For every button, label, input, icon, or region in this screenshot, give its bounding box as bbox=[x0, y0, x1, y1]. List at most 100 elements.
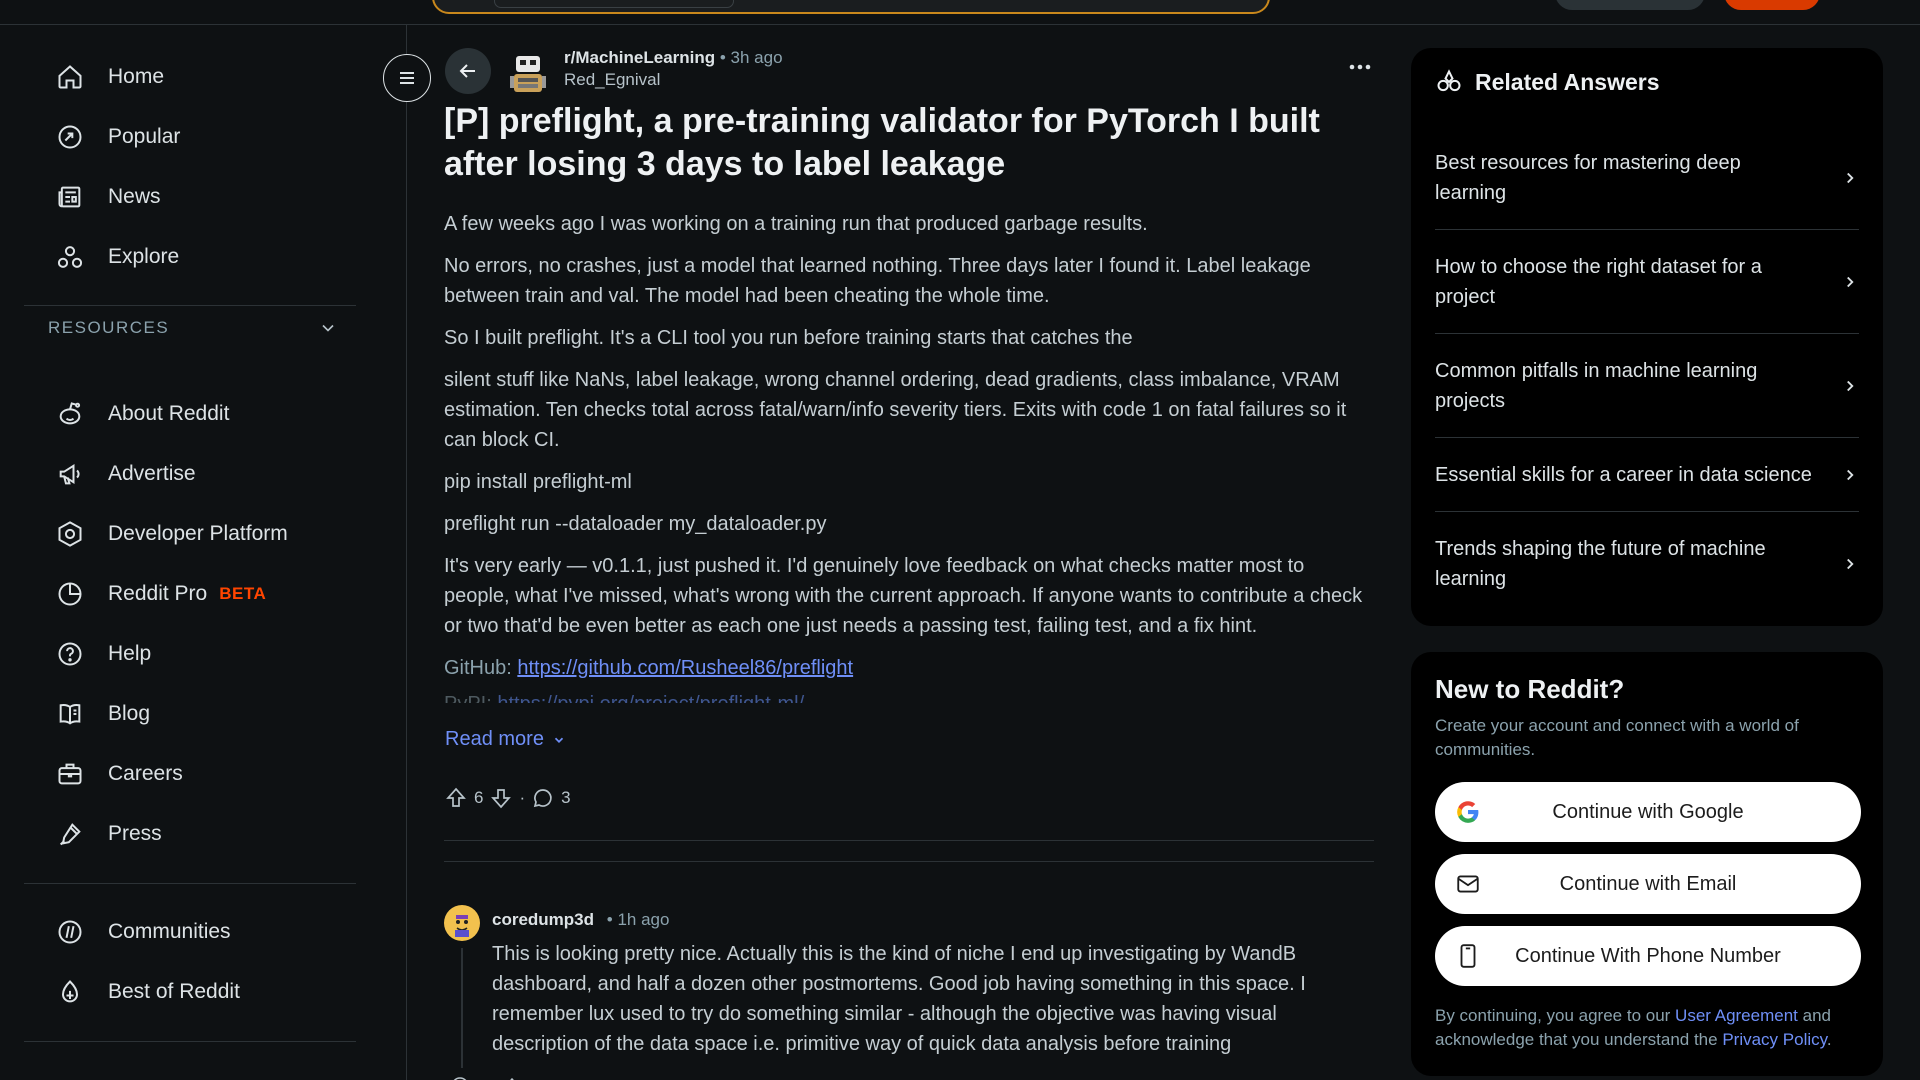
upvote-icon[interactable] bbox=[444, 786, 468, 810]
post-title: [P] preflight, a pre-training validator … bbox=[444, 102, 1320, 183]
privacy-policy-link[interactable]: Privacy Policy bbox=[1722, 1030, 1827, 1049]
sidebar-item-careers[interactable]: Careers bbox=[24, 749, 356, 799]
email-button-label: Continue with Email bbox=[1559, 872, 1737, 895]
comment-author[interactable]: coredump3d bbox=[492, 910, 594, 929]
user-agreement-link[interactable]: User Agreement bbox=[1675, 1006, 1798, 1025]
popular-icon bbox=[58, 125, 82, 149]
back-button[interactable] bbox=[445, 48, 491, 94]
beta-badge: BETA bbox=[219, 584, 267, 603]
github-label: GitHub: bbox=[444, 657, 518, 679]
sidebar-item-home[interactable]: Home bbox=[24, 52, 356, 102]
continue-with-phone-button[interactable]: Continue With Phone Number bbox=[1435, 926, 1861, 986]
more-options-button[interactable] bbox=[1346, 60, 1374, 74]
ellipsis-icon bbox=[1349, 64, 1371, 70]
continue-with-google-button[interactable]: Continue with Google bbox=[1435, 782, 1861, 842]
comment-icon[interactable] bbox=[531, 786, 555, 810]
read-more-button[interactable]: Read more bbox=[445, 728, 566, 751]
related-answer-item[interactable]: How to choose the right dataset for a pr… bbox=[1435, 230, 1859, 334]
book-icon bbox=[59, 704, 81, 725]
post-paragraph: No errors, no crashes, just a model that… bbox=[444, 255, 1311, 307]
related-answer-item[interactable]: Essential skills for a career in data sc… bbox=[1435, 438, 1859, 512]
related-answer-item[interactable]: Trends shaping the future of machine lea… bbox=[1435, 512, 1859, 616]
signup-description: Create your account and connect with a w… bbox=[1435, 716, 1799, 759]
subreddit-avatar[interactable] bbox=[508, 50, 548, 98]
legal-text: By continuing, you agree to our User Agr… bbox=[1435, 1004, 1865, 1052]
chevron-down-icon bbox=[322, 324, 334, 332]
sidebar-item-label: Explore bbox=[108, 245, 180, 268]
related-answer-item[interactable]: Best resources for mastering deep learni… bbox=[1435, 126, 1859, 230]
post-paragraph: silent stuff like NaNs, label leakage, w… bbox=[444, 369, 1347, 451]
google-icon bbox=[1457, 801, 1479, 823]
help-icon bbox=[58, 642, 82, 666]
arrow-left-icon bbox=[459, 64, 475, 78]
sidebar-item-press[interactable]: Press bbox=[24, 809, 356, 859]
sidebar-item-news[interactable]: News bbox=[24, 172, 356, 222]
related-answer-label: How to choose the right dataset for a pr… bbox=[1435, 255, 1762, 308]
sidebar-divider bbox=[24, 1041, 356, 1042]
explore-icon bbox=[57, 246, 83, 268]
avatar[interactable] bbox=[444, 905, 480, 941]
get-app-button[interactable] bbox=[1555, 0, 1705, 10]
resources-toggle[interactable]: RESOURCES bbox=[48, 313, 338, 343]
post-actions: 6 · 3 bbox=[444, 786, 571, 810]
read-more-label: Read more bbox=[445, 728, 544, 750]
log-in-button[interactable] bbox=[1724, 0, 1820, 10]
chevron-right-icon bbox=[1847, 558, 1854, 570]
sidebar-item-blog[interactable]: Blog bbox=[24, 689, 356, 739]
sidebar-item-communities[interactable]: Communities bbox=[24, 907, 356, 957]
sidebar-item-about-reddit[interactable]: About Reddit bbox=[24, 389, 356, 439]
search-chip[interactable] bbox=[494, 0, 734, 8]
best-of-icon bbox=[62, 980, 78, 1003]
comment-time: • 1h ago bbox=[606, 910, 670, 929]
sidebar-item-advertise[interactable]: Advertise bbox=[24, 449, 356, 499]
sidebar-item-popular[interactable]: Popular bbox=[24, 112, 356, 162]
github-link[interactable]: https://github.com/Rusheel86/preflight bbox=[517, 657, 853, 679]
sidebar-item-label: News bbox=[108, 185, 161, 208]
reddit-icon bbox=[59, 402, 81, 425]
search-bar[interactable] bbox=[432, 0, 1270, 14]
action-separator: · bbox=[519, 788, 526, 807]
related-answer-label: Essential skills for a career in data sc… bbox=[1435, 463, 1812, 486]
comment-count: 3 bbox=[561, 788, 571, 807]
sidebar-item-label: Careers bbox=[108, 762, 183, 785]
sidebar-item-help[interactable]: Help bbox=[24, 629, 356, 679]
sidebar-item-developer-platform[interactable]: Developer Platform bbox=[24, 509, 356, 559]
post-paragraph: preflight run --dataloader my_dataloader… bbox=[444, 513, 827, 535]
chevron-right-icon bbox=[1847, 172, 1854, 183]
comment-thread-line[interactable] bbox=[461, 948, 463, 1068]
collapse-sidebar-button[interactable] bbox=[383, 54, 431, 102]
comment-meta: coredump3d • 1h ago bbox=[492, 910, 669, 930]
post-author[interactable]: Red_Egnival bbox=[564, 69, 783, 91]
google-button-label: Continue with Google bbox=[1552, 800, 1744, 823]
comment-actions bbox=[448, 1068, 568, 1080]
sidebar-item-explore[interactable]: Explore bbox=[24, 232, 356, 282]
related-answer-item[interactable]: Common pitfalls in machine learning proj… bbox=[1435, 334, 1859, 438]
signup-title: New to Reddit? bbox=[1435, 674, 1625, 704]
post-divider bbox=[444, 840, 1374, 841]
sidebar-item-label: Help bbox=[108, 642, 152, 665]
downvote-icon[interactable] bbox=[489, 786, 513, 810]
sidebar-item-reddit-pro[interactable]: Reddit Pro BETA bbox=[24, 569, 356, 619]
related-answers-title: Related Answers bbox=[1475, 68, 1660, 95]
post-time: • 3h ago bbox=[719, 48, 783, 67]
briefcase-icon bbox=[58, 763, 82, 785]
post-paragraph: So I built preflight. It's a CLI tool yo… bbox=[444, 327, 1133, 349]
sidebar-item-label: Developer Platform bbox=[108, 522, 288, 545]
signup-card: New to Reddit? Create your account and c… bbox=[1411, 652, 1883, 1076]
subreddit-link[interactable]: r/MachineLearning bbox=[564, 48, 715, 67]
legal-prefix: By continuing, you agree to our bbox=[1435, 1006, 1676, 1025]
pypi-link[interactable]: https://pypi.org/project/preflight-ml/ bbox=[497, 693, 804, 703]
post-paragraph: pip install preflight-ml bbox=[444, 471, 632, 493]
sidebar-item-best-of-reddit[interactable]: Best of Reddit bbox=[24, 967, 356, 1017]
github-line: GitHub: https://github.com/Rusheel86/pre… bbox=[444, 653, 1374, 683]
chevron-right-icon bbox=[1847, 469, 1854, 480]
post-body: A few weeks ago I was working on a train… bbox=[444, 209, 1374, 715]
phone-button-label: Continue With Phone Number bbox=[1515, 944, 1781, 967]
sidebar-item-label: Blog bbox=[108, 702, 151, 725]
continue-with-email-button[interactable]: Continue with Email bbox=[1435, 854, 1861, 914]
pypi-line: PyPI: https://pypi.org/project/preflight… bbox=[444, 689, 1374, 703]
phone-icon bbox=[1460, 944, 1476, 968]
answers-icon bbox=[1437, 69, 1461, 92]
sidebar-item-label: Popular bbox=[108, 125, 181, 148]
post-paragraph: It's very early — v0.1.1, just pushed it… bbox=[444, 555, 1363, 637]
